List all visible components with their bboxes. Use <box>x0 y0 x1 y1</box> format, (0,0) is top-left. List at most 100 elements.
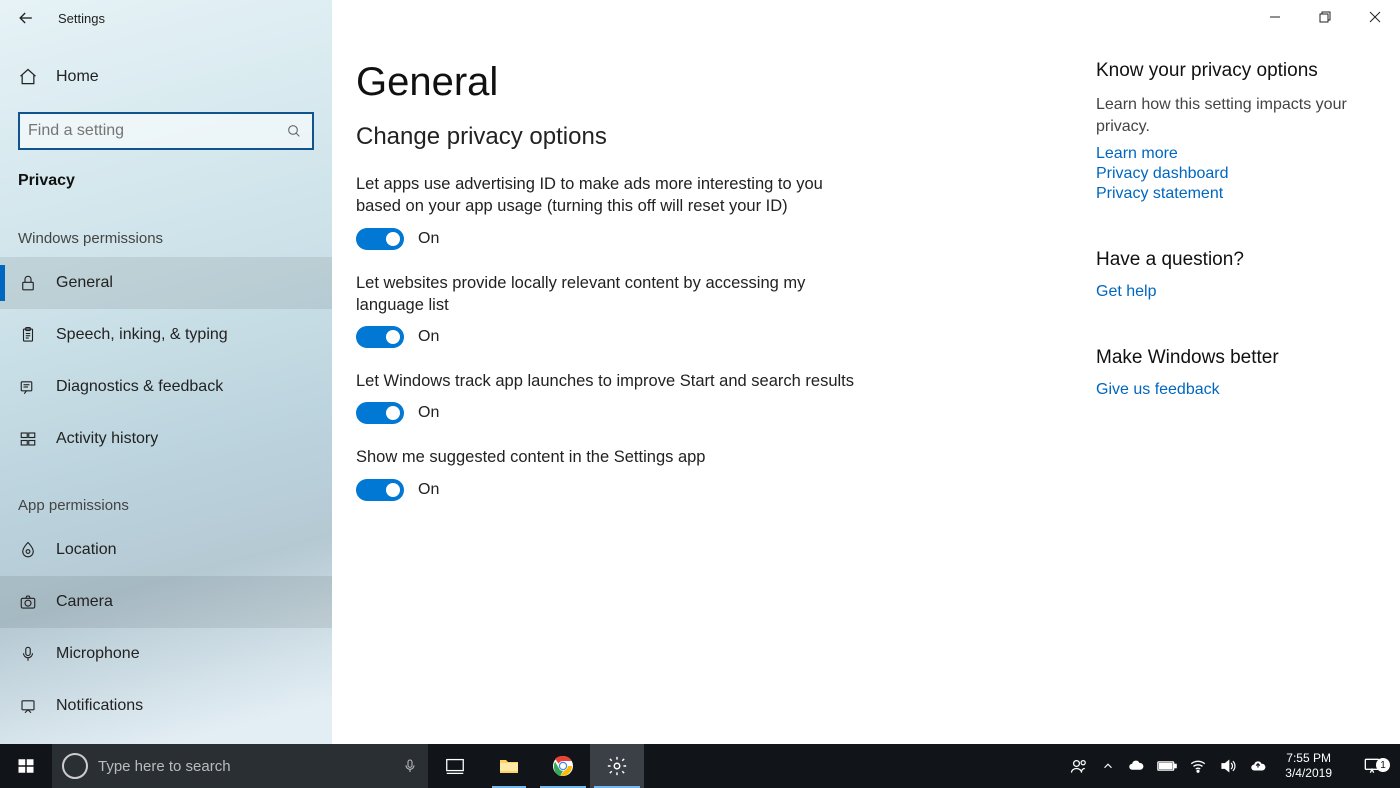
side-text: Learn how this setting impacts your priv… <box>1096 94 1376 137</box>
cloud-sync-icon[interactable] <box>1249 757 1267 775</box>
sidebar-item-label: Speech, inking, & typing <box>56 326 228 344</box>
wifi-icon[interactable] <box>1189 757 1207 775</box>
taskbar-clock[interactable]: 7:55 PM 3/4/2019 <box>1279 751 1338 781</box>
pin-file-explorer[interactable] <box>482 744 536 788</box>
search-wrap <box>0 100 332 150</box>
clock-date: 3/4/2019 <box>1285 766 1332 781</box>
back-button[interactable] <box>8 0 44 36</box>
side-block-question: Have a question? Get help <box>1096 249 1376 301</box>
sidebar-category: Privacy <box>0 150 332 198</box>
sidebar-section-heading-0: Windows permissions <box>0 198 332 257</box>
taskbar-pins <box>428 744 644 788</box>
sidebar-item-notifications[interactable]: Notifications <box>0 680 332 732</box>
option-desc: Show me suggested content in the Setting… <box>356 446 856 468</box>
sidebar-home-label: Home <box>56 68 99 86</box>
toggle-state: On <box>418 404 439 422</box>
toggle-row: On <box>356 326 856 348</box>
sidebar-item-label: Notifications <box>56 697 143 715</box>
cortana-placeholder: Type here to search <box>98 758 392 775</box>
content-right: Know your privacy options Learn how this… <box>1096 60 1376 523</box>
toggle-state: On <box>418 230 439 248</box>
pin-task-view[interactable] <box>428 744 482 788</box>
notifications-icon <box>18 697 38 715</box>
side-heading: Know your privacy options <box>1096 60 1376 82</box>
cortana-icon <box>62 753 88 779</box>
close-button[interactable] <box>1350 0 1400 34</box>
windows-icon <box>17 757 35 775</box>
location-icon <box>18 541 38 559</box>
sidebar-item-microphone[interactable]: Microphone <box>0 628 332 680</box>
sidebar-item-camera[interactable]: Camera <box>0 576 332 628</box>
volume-icon[interactable] <box>1219 757 1237 775</box>
sidebar-item-diagnostics[interactable]: Diagnostics & feedback <box>0 361 332 413</box>
microphone-icon <box>18 645 38 663</box>
maximize-icon <box>1319 11 1331 23</box>
people-icon[interactable] <box>1069 756 1089 776</box>
tray-expand-icon[interactable] <box>1101 759 1115 773</box>
arrow-left-icon <box>16 8 36 28</box>
taskbar: Type here to search <box>0 744 1400 788</box>
side-heading: Have a question? <box>1096 249 1376 271</box>
minimize-icon <box>1269 11 1281 23</box>
link-learn-more[interactable]: Learn more <box>1096 145 1376 163</box>
option-language-list: Let websites provide locally relevant co… <box>356 272 856 349</box>
folder-icon <box>497 754 521 778</box>
sidebar-item-location[interactable]: Location <box>0 524 332 576</box>
titlebar-buttons <box>1250 0 1400 34</box>
sidebar-home[interactable]: Home <box>0 54 332 100</box>
option-app-launches: Let Windows track app launches to improv… <box>356 370 856 424</box>
sidebar-item-speech[interactable]: Speech, inking, & typing <box>0 309 332 361</box>
link-privacy-dashboard[interactable]: Privacy dashboard <box>1096 165 1376 183</box>
clipboard-icon <box>18 326 38 344</box>
minimize-button[interactable] <box>1250 0 1300 34</box>
toggle-row: On <box>356 228 856 250</box>
link-give-feedback[interactable]: Give us feedback <box>1096 381 1376 399</box>
main: General Change privacy options Let apps … <box>332 0 1400 744</box>
feedback-icon <box>18 378 38 396</box>
option-desc: Let apps use advertising ID to make ads … <box>356 173 856 218</box>
chrome-icon <box>551 754 575 778</box>
sidebar-item-label: General <box>56 274 113 292</box>
option-advertising-id: Let apps use advertising ID to make ads … <box>356 173 856 250</box>
toggle-row: On <box>356 402 856 424</box>
search-icon <box>286 123 302 139</box>
option-desc: Let Windows track app launches to improv… <box>356 370 856 392</box>
lock-icon <box>18 274 38 292</box>
content-left: General Change privacy options Let apps … <box>356 60 1016 523</box>
notification-badge: 1 <box>1376 758 1390 772</box>
sidebar-item-label: Diagnostics & feedback <box>56 378 223 396</box>
sidebar-header: Settings <box>0 0 332 36</box>
link-get-help[interactable]: Get help <box>1096 283 1376 301</box>
sidebar-item-label: Camera <box>56 593 113 611</box>
camera-icon <box>18 593 38 611</box>
close-icon <box>1369 11 1381 23</box>
pin-chrome[interactable] <box>536 744 590 788</box>
sidebar-item-label: Microphone <box>56 645 140 663</box>
link-privacy-statement[interactable]: Privacy statement <box>1096 185 1376 203</box>
start-button[interactable] <box>0 744 52 788</box>
sidebar-item-activity-history[interactable]: Activity history <box>0 413 332 465</box>
gear-icon <box>606 755 628 777</box>
sidebar-item-general[interactable]: General <box>0 257 332 309</box>
sidebar: Settings Home Privacy Windows permission… <box>0 0 332 744</box>
toggle-suggested-content[interactable] <box>356 479 404 501</box>
pin-settings[interactable] <box>590 744 644 788</box>
side-heading: Make Windows better <box>1096 347 1376 369</box>
app-title: Settings <box>58 11 105 26</box>
timeline-icon <box>18 430 38 448</box>
home-icon <box>18 67 38 87</box>
maximize-button[interactable] <box>1300 0 1350 34</box>
cortana-search[interactable]: Type here to search <box>52 744 428 788</box>
mic-icon[interactable] <box>402 758 418 774</box>
search-box[interactable] <box>18 112 314 150</box>
search-input[interactable] <box>20 114 312 148</box>
battery-icon[interactable] <box>1157 759 1177 773</box>
onedrive-icon[interactable] <box>1127 757 1145 775</box>
action-center[interactable]: 1 <box>1350 756 1394 776</box>
toggle-language-list[interactable] <box>356 326 404 348</box>
toggle-app-launches[interactable] <box>356 402 404 424</box>
sidebar-item-label: Activity history <box>56 430 158 448</box>
toggle-state: On <box>418 481 439 499</box>
settings-window: Settings Home Privacy Windows permission… <box>0 0 1400 744</box>
toggle-advertising-id[interactable] <box>356 228 404 250</box>
